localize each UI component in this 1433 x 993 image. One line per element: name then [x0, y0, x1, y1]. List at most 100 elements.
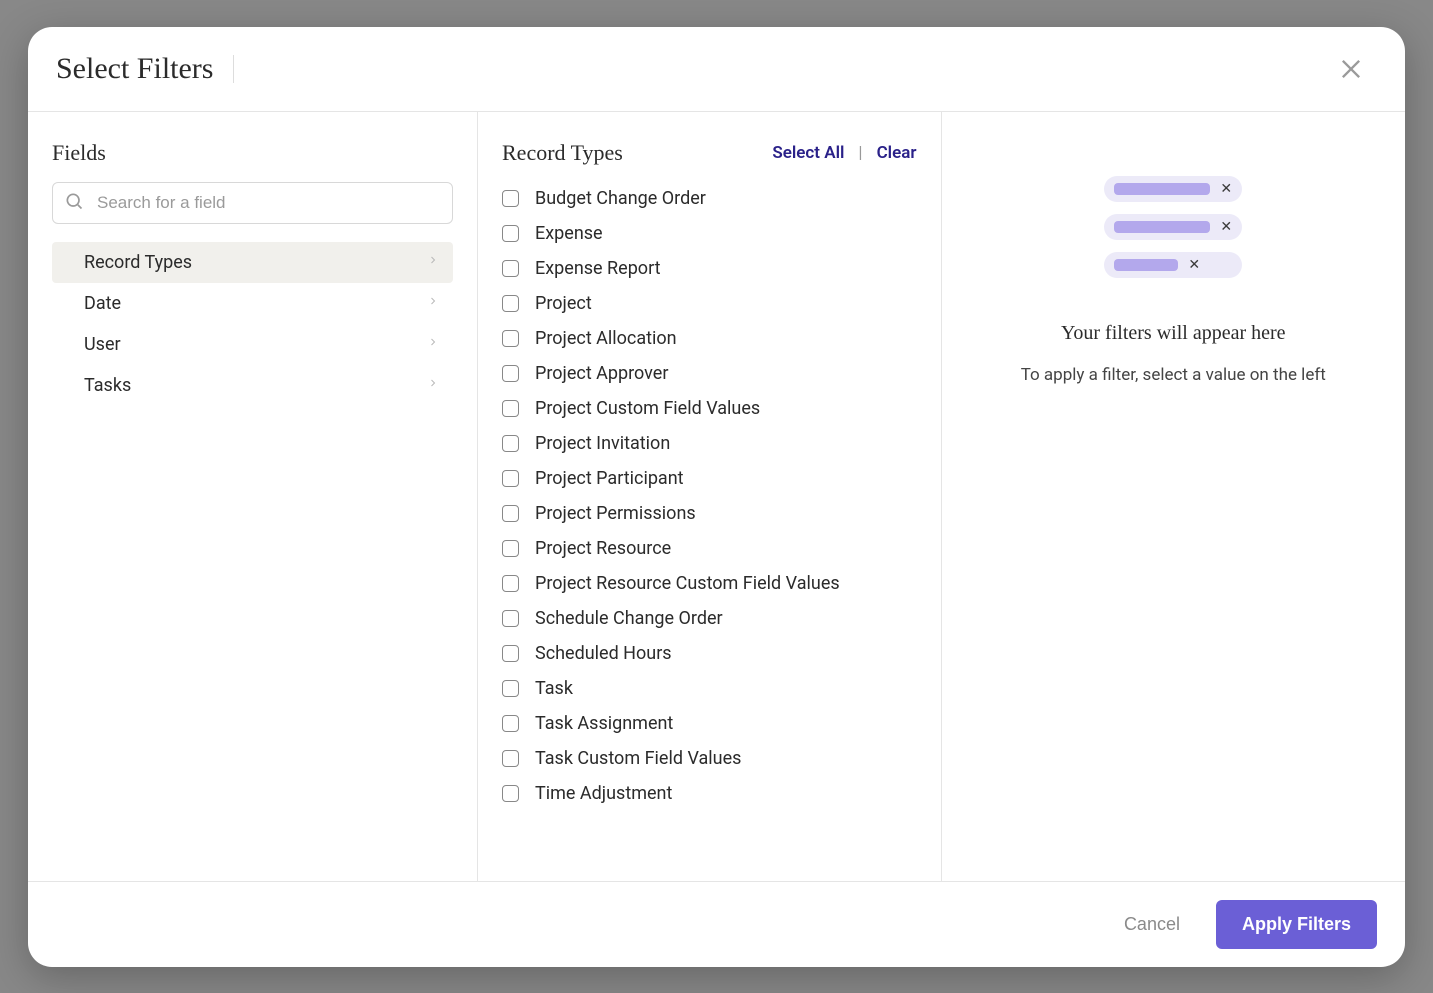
close-icon: ✕ [1220, 220, 1232, 234]
option-label: Project Resource Custom Field Values [535, 573, 840, 594]
option-checkbox[interactable] [502, 190, 519, 207]
dialog-title: Select Filters [56, 52, 213, 86]
option-row[interactable]: Project Approver [502, 363, 913, 384]
option-checkbox[interactable] [502, 470, 519, 487]
option-checkbox[interactable] [502, 645, 519, 662]
option-row[interactable]: Project Allocation [502, 328, 913, 349]
close-icon: ✕ [1188, 258, 1200, 272]
apply-filters-button[interactable]: Apply Filters [1216, 900, 1377, 949]
option-checkbox[interactable] [502, 365, 519, 382]
option-checkbox[interactable] [502, 680, 519, 697]
option-row[interactable]: Task [502, 678, 913, 699]
field-list: Record Types Date User Tasks [52, 242, 453, 406]
option-checkbox[interactable] [502, 715, 519, 732]
option-label: Task [535, 678, 573, 699]
option-checkbox[interactable] [502, 750, 519, 767]
option-checkbox[interactable] [502, 540, 519, 557]
option-checkbox[interactable] [502, 505, 519, 522]
chevron-right-icon [427, 375, 439, 396]
option-row[interactable]: Budget Change Order [502, 188, 913, 209]
field-search-input[interactable] [52, 182, 453, 224]
fields-column: Fields Record Types Date User Tasks [28, 112, 478, 881]
dialog-title-wrap: Select Filters [56, 52, 234, 86]
cancel-button[interactable]: Cancel [1116, 904, 1188, 945]
options-list: Budget Change Order Expense Expense Report… [502, 188, 917, 857]
close-button[interactable] [1333, 51, 1369, 87]
field-item-label: Record Types [84, 252, 192, 273]
search-icon [64, 191, 84, 215]
option-checkbox[interactable] [502, 575, 519, 592]
select-all-link[interactable]: Select All [772, 143, 844, 163]
option-checkbox[interactable] [502, 610, 519, 627]
field-item-label: Tasks [84, 375, 131, 396]
option-label: Budget Change Order [535, 188, 706, 209]
field-item-label: Date [84, 293, 121, 314]
option-row[interactable]: Project Resource Custom Field Values [502, 573, 913, 594]
option-checkbox[interactable] [502, 400, 519, 417]
option-row[interactable]: Project Resource [502, 538, 913, 559]
option-checkbox[interactable] [502, 435, 519, 452]
option-row[interactable]: Task Assignment [502, 713, 913, 734]
option-checkbox[interactable] [502, 785, 519, 802]
field-item-tasks[interactable]: Tasks [52, 365, 453, 406]
fields-title: Fields [52, 140, 453, 166]
option-row[interactable]: Scheduled Hours [502, 643, 913, 664]
option-label: Time Adjustment [535, 783, 672, 804]
option-row[interactable]: Schedule Change Order [502, 608, 913, 629]
filter-chip-placeholder: ✕ [1104, 214, 1242, 240]
field-search-wrap [52, 182, 453, 224]
options-column: Record Types Select All | Clear Budget C… [478, 112, 942, 881]
option-label: Scheduled Hours [535, 643, 672, 664]
option-row[interactable]: Time Adjustment [502, 783, 913, 804]
option-checkbox[interactable] [502, 330, 519, 347]
option-row[interactable]: Task Custom Field Values [502, 748, 913, 769]
option-label: Task Assignment [535, 713, 673, 734]
option-row[interactable]: Project [502, 293, 913, 314]
chevron-right-icon [427, 334, 439, 355]
options-title: Record Types [502, 140, 623, 166]
option-label: Project [535, 293, 592, 314]
close-icon [1337, 55, 1365, 83]
option-label: Project Approver [535, 363, 668, 384]
options-header: Record Types Select All | Clear [502, 140, 917, 166]
option-row[interactable]: Project Permissions [502, 503, 913, 524]
actions-separator: | [858, 143, 862, 163]
chip-bar [1114, 221, 1210, 233]
dialog-body: Fields Record Types Date User Tasks Record … [28, 112, 1405, 881]
option-checkbox[interactable] [502, 225, 519, 242]
filter-chip-placeholder: ✕ [1104, 176, 1242, 202]
preview-subtext: To apply a filter, select a value on the… [1021, 365, 1326, 385]
option-label: Project Custom Field Values [535, 398, 760, 419]
filter-chip-placeholder: ✕ [1104, 252, 1242, 278]
option-row[interactable]: Expense [502, 223, 913, 244]
preview-column: ✕ ✕ ✕ Your filters will appear here To app… [942, 112, 1406, 881]
dialog-header: Select Filters [28, 27, 1405, 112]
option-label: Project Participant [535, 468, 684, 489]
select-filters-dialog: Select Filters Fields Recor [28, 27, 1405, 967]
options-actions: Select All | Clear [772, 143, 916, 163]
option-row[interactable]: Project Participant [502, 468, 913, 489]
chip-bar [1114, 259, 1178, 271]
clear-link[interactable]: Clear [877, 143, 917, 163]
option-row[interactable]: Project Custom Field Values [502, 398, 913, 419]
field-item-date[interactable]: Date [52, 283, 453, 324]
title-divider [233, 55, 234, 83]
field-item-record-types[interactable]: Record Types [52, 242, 453, 283]
dialog-footer: Cancel Apply Filters [28, 881, 1405, 967]
option-label: Expense Report [535, 258, 661, 279]
chevron-right-icon [427, 252, 439, 273]
option-label: Schedule Change Order [535, 608, 723, 629]
chevron-right-icon [427, 293, 439, 314]
close-icon: ✕ [1220, 182, 1232, 196]
field-item-user[interactable]: User [52, 324, 453, 365]
option-label: Expense [535, 223, 603, 244]
option-label: Project Permissions [535, 503, 696, 524]
chip-bar [1114, 183, 1210, 195]
option-row[interactable]: Expense Report [502, 258, 913, 279]
option-checkbox[interactable] [502, 295, 519, 312]
option-label: Project Allocation [535, 328, 677, 349]
option-label: Project Resource [535, 538, 671, 559]
option-row[interactable]: Project Invitation [502, 433, 913, 454]
preview-heading: Your filters will appear here [1061, 322, 1286, 345]
option-checkbox[interactable] [502, 260, 519, 277]
